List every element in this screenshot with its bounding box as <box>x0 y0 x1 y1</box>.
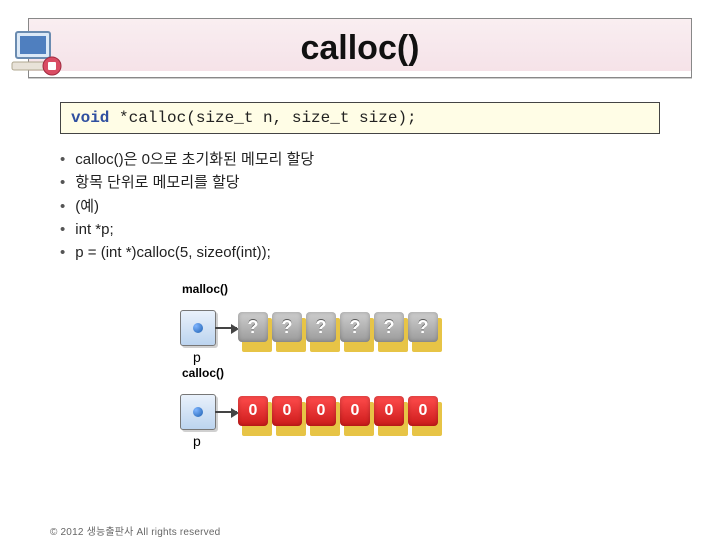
memory-cell: ? <box>306 312 338 346</box>
memory-cell: 0 <box>272 396 304 430</box>
page-title: calloc() <box>300 29 419 68</box>
copyright-footer: © 2012 생능출판사 All rights reserved <box>50 523 220 538</box>
pointer-box: p <box>180 394 216 430</box>
malloc-diagram: malloc() p ? ? ? ? ? ? <box>180 282 720 346</box>
memory-cell: 0 <box>408 396 440 430</box>
pointer-dot-icon <box>193 407 203 417</box>
memory-cell: 0 <box>340 396 372 430</box>
diagram-area: malloc() p ? ? ? ? ? ? calloc() p <box>180 282 720 430</box>
computer-icon <box>10 26 70 86</box>
arrow-icon <box>215 411 237 413</box>
bullet-item: (예) <box>60 195 660 218</box>
memory-cell: 0 <box>238 396 270 430</box>
malloc-label: malloc() <box>182 282 720 296</box>
title-bar: calloc() <box>28 18 692 78</box>
memory-cell: ? <box>374 312 406 346</box>
calloc-label: calloc() <box>182 366 720 380</box>
memory-cell: ? <box>408 312 440 346</box>
signature-keyword: void <box>71 109 109 127</box>
memory-cell: ? <box>238 312 270 346</box>
pointer-label: p <box>193 349 201 365</box>
bullet-item: p = (int *)calloc(5, sizeof(int)); <box>60 241 660 264</box>
pointer-dot-icon <box>193 323 203 333</box>
malloc-cells: ? ? ? ? ? ? <box>238 312 442 346</box>
bullet-item: 항목 단위로 메모리를 할당 <box>60 171 660 194</box>
calloc-cells: 0 0 0 0 0 0 <box>238 396 442 430</box>
bullet-item: calloc()은 0으로 초기화된 메모리 할당 <box>60 148 660 171</box>
memory-cell: 0 <box>306 396 338 430</box>
pointer-box: p <box>180 310 216 346</box>
arrow-icon <box>215 327 237 329</box>
malloc-row: p ? ? ? ? ? ? <box>180 300 720 346</box>
memory-cell: ? <box>340 312 372 346</box>
pointer-label: p <box>193 433 201 449</box>
bullet-list: calloc()은 0으로 초기화된 메모리 할당 항목 단위로 메모리를 할당… <box>60 148 660 264</box>
calloc-diagram: calloc() p 0 0 0 0 0 0 <box>180 366 720 430</box>
bullet-item: int *p; <box>60 218 660 241</box>
signature-rest: *calloc(size_t n, size_t size); <box>109 109 416 127</box>
memory-cell: ? <box>272 312 304 346</box>
memory-cell: 0 <box>374 396 406 430</box>
function-signature: void *calloc(size_t n, size_t size); <box>60 102 660 134</box>
calloc-row: p 0 0 0 0 0 0 <box>180 384 720 430</box>
